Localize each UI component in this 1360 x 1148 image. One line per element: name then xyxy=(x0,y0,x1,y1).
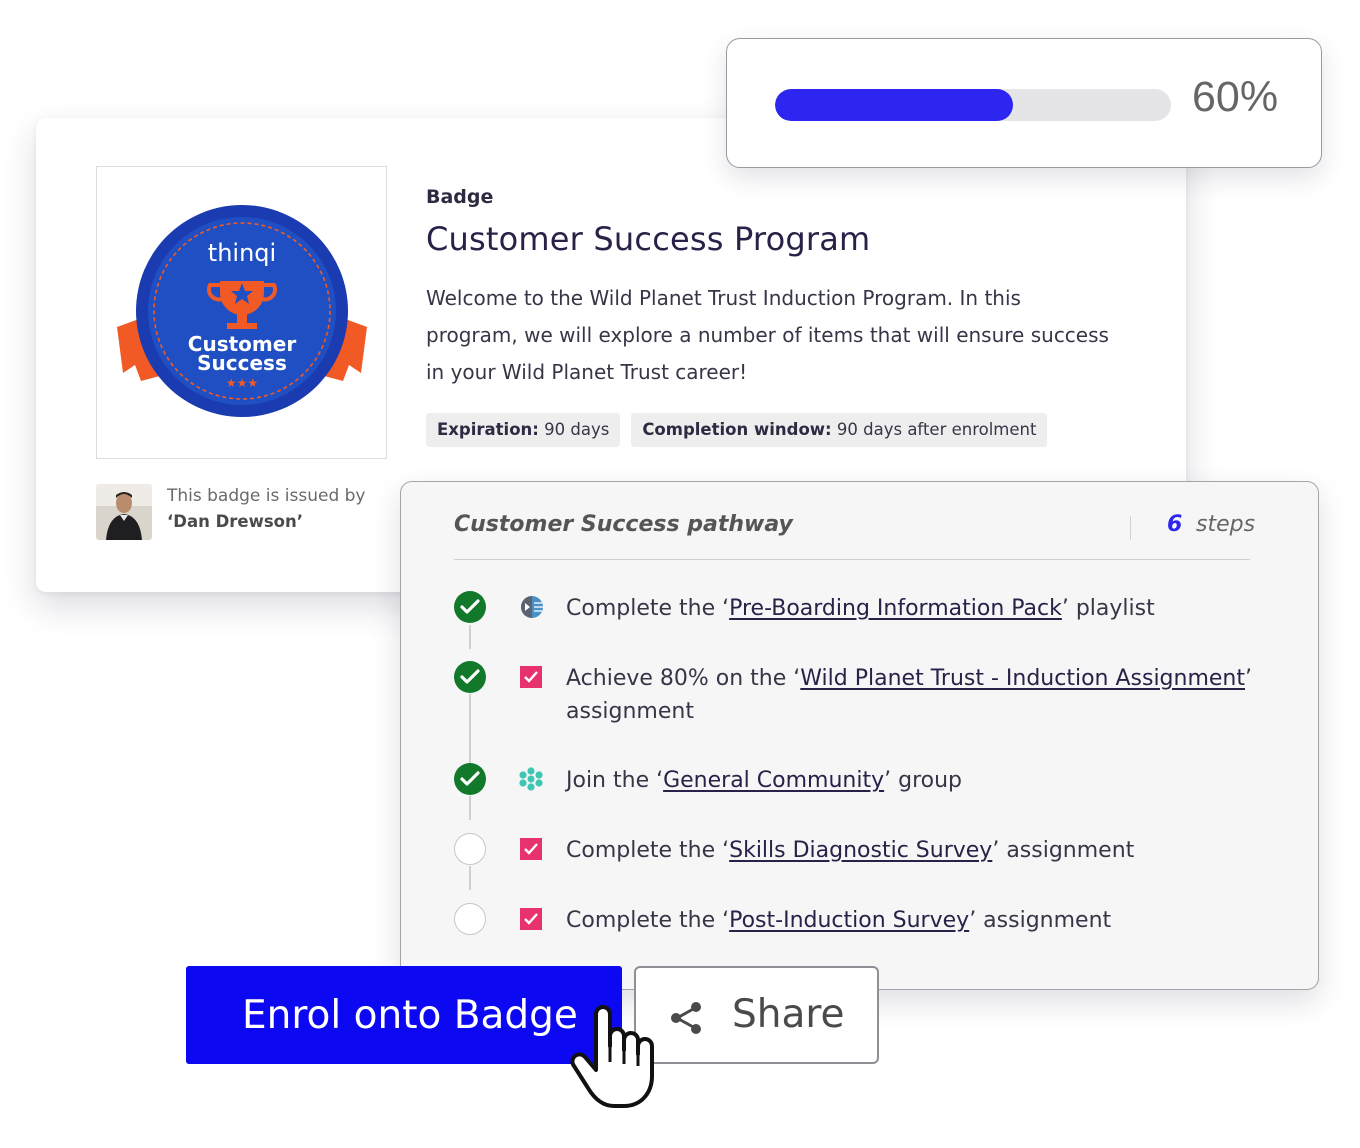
pending-circle-icon xyxy=(454,833,486,865)
step-text: Complete the ‘Pre-Boarding Information P… xyxy=(566,596,1155,621)
divider xyxy=(1130,516,1131,540)
pathway-card: Customer Success pathway 6 steps Complet… xyxy=(400,481,1319,990)
badge-emblem-icon: thinqi Customer Success ★★★ xyxy=(117,205,367,417)
enrol-button[interactable]: Enrol onto Badge xyxy=(186,966,622,1064)
step-text: Achieve 80% on the ‘Wild Planet Trust - … xyxy=(566,666,1252,724)
assignment-icon xyxy=(520,908,542,930)
step-text: Complete the ‘Skills Diagnostic Survey’ … xyxy=(566,838,1135,863)
pathway-header: Customer Success pathway 6 steps xyxy=(454,512,1255,560)
community-icon xyxy=(519,767,543,791)
assignment-icon xyxy=(520,666,542,688)
completed-check-icon xyxy=(454,591,486,623)
issuer: This badge is issued by ‘Dan Drewson’ xyxy=(96,484,366,540)
issuer-name: ‘Dan Drewson’ xyxy=(167,512,304,531)
step-link[interactable]: General Community xyxy=(663,768,884,793)
issuer-prefix: This badge is issued by xyxy=(167,486,366,506)
step-text: Join the ‘General Community’ group xyxy=(566,768,963,793)
share-icon xyxy=(671,1002,701,1034)
completed-check-icon xyxy=(454,763,486,795)
progress-bar xyxy=(775,89,1171,121)
step-link[interactable]: Skills Diagnostic Survey xyxy=(729,838,992,863)
share-label: Share xyxy=(732,992,845,1037)
step-link[interactable]: Post-Induction Survey xyxy=(729,908,969,933)
share-button[interactable]: Share xyxy=(634,966,879,1064)
badge-stars-text: ★★★ xyxy=(226,376,258,390)
playlist-icon xyxy=(521,596,543,618)
progress-percent: 60% xyxy=(1192,73,1279,121)
avatar xyxy=(96,484,152,540)
badge-info: Badge Customer Success Program Welcome t… xyxy=(426,186,1126,447)
step-connector xyxy=(469,866,471,890)
pathway-title: Customer Success pathway xyxy=(454,512,793,537)
step-connector xyxy=(469,694,471,764)
steps-count: 6 xyxy=(1167,512,1183,537)
badge-brand-text: thinqi xyxy=(208,239,276,267)
hand-cursor-icon xyxy=(570,1005,654,1108)
badge-line2-text: Success xyxy=(197,351,287,375)
page-title: Customer Success Program xyxy=(426,220,871,258)
badge-kicker: Badge xyxy=(426,186,494,208)
completed-check-icon xyxy=(454,661,486,693)
badge-image: thinqi Customer Success ★★★ xyxy=(96,166,387,459)
step-link[interactable]: Wild Planet Trust - Induction Assignment xyxy=(800,666,1245,691)
completion-window-chip: Completion window: 90 days after enrolme… xyxy=(631,413,1048,447)
step-connector xyxy=(469,796,471,820)
progress-card: 60% xyxy=(726,38,1322,168)
pending-circle-icon xyxy=(454,903,486,935)
issuer-text: This badge is issued by ‘Dan Drewson’ xyxy=(167,484,366,534)
progress-fill xyxy=(775,89,1013,121)
expiration-chip: Expiration: 90 days xyxy=(426,413,621,447)
step-text: Complete the ‘Post-Induction Survey’ ass… xyxy=(566,908,1112,933)
assignment-icon xyxy=(520,838,542,860)
step-link[interactable]: Pre-Boarding Information Pack xyxy=(729,596,1062,621)
badge-chips: Expiration: 90 days Completion window: 9… xyxy=(426,413,1126,447)
badge-description: Welcome to the Wild Planet Trust Inducti… xyxy=(426,286,1109,384)
step-connector xyxy=(469,625,471,649)
steps-label: steps xyxy=(1196,512,1256,537)
